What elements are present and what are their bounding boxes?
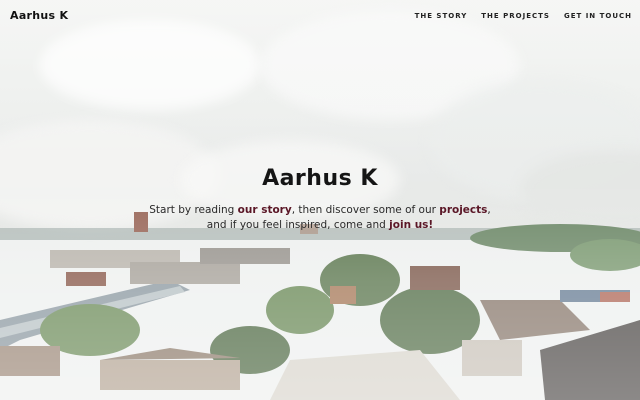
projects-link[interactable]: projects [439,204,487,216]
intro-section: Aarhus K Start by reading our story, the… [0,166,640,233]
tagline-text: , then discover some of our [291,204,440,216]
nav-the-projects[interactable]: THE PROJECTS [481,12,550,20]
site-logo[interactable]: Aarhus K [10,9,68,22]
nav-the-story[interactable]: THE STORY [415,12,468,20]
intro-tagline: Start by reading our story, then discove… [0,203,640,233]
nav-get-in-touch[interactable]: GET IN TOUCH [564,12,632,20]
tagline-text: Start by reading [149,204,238,216]
our-story-link[interactable]: our story [238,204,292,216]
tagline-text: , [487,204,491,216]
join-us-link[interactable]: join us! [389,219,433,231]
tagline-text: and if you feel inspired, come and [206,219,390,231]
main-nav: THE STORY THE PROJECTS GET IN TOUCH [415,12,632,20]
brand-title: Aarhus K [262,166,378,191]
